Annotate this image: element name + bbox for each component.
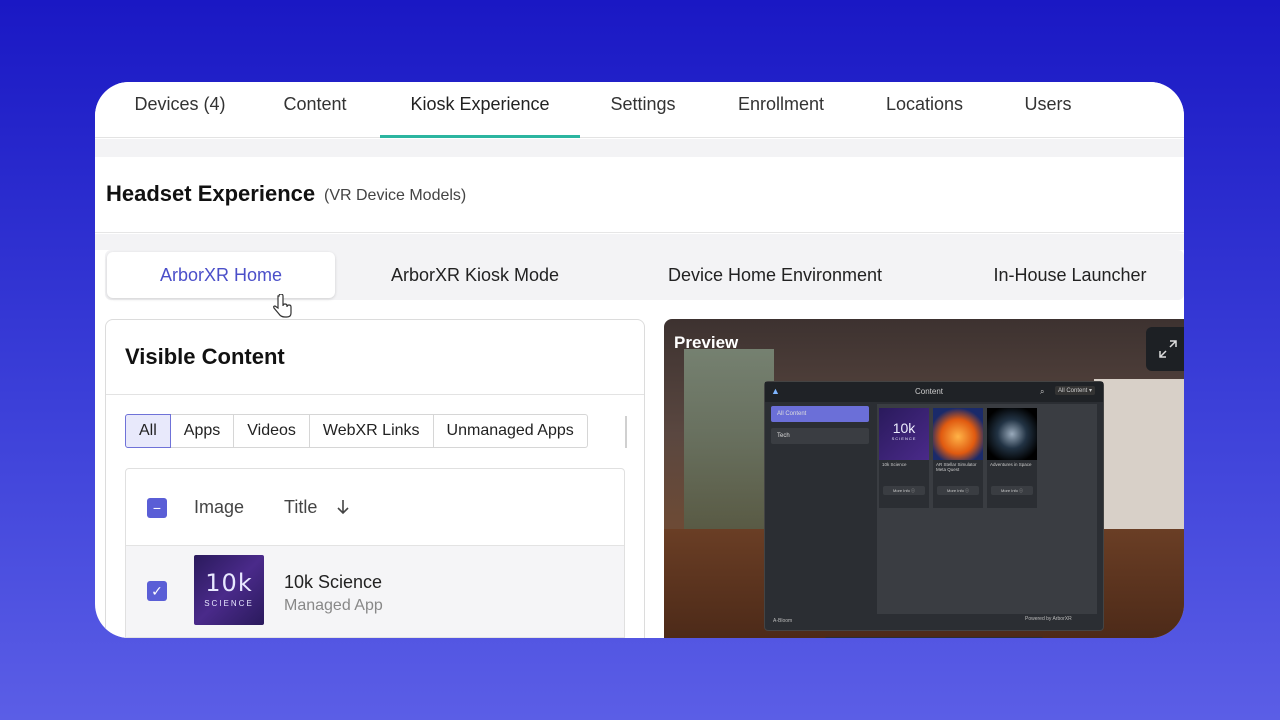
section-header: Headset Experience (VR Device Models) xyxy=(95,157,1184,233)
preview-label: Preview xyxy=(674,333,739,352)
preview-pane: Preview ▲ Content ⌕ All Content ▾ All Co… xyxy=(664,319,1184,638)
filter-videos[interactable]: Videos xyxy=(234,414,310,448)
vr-header: ▲ Content ⌕ All Content ▾ xyxy=(765,382,1103,402)
tab-content[interactable]: Content xyxy=(275,82,355,138)
column-header-title[interactable]: Title xyxy=(284,497,317,518)
select-all-checkbox[interactable]: − xyxy=(147,498,167,518)
thumbnail-text-small: SCIENCE xyxy=(204,599,254,608)
thumbnail-text-big: 10k xyxy=(205,569,253,597)
page-subtitle: (VR Device Models) xyxy=(324,187,467,204)
arborxr-logo-icon: ▲ xyxy=(771,386,780,396)
vr-content-card[interactable]: Adventures in Space More Info ⓘ xyxy=(987,408,1037,508)
tab-kiosk-experience[interactable]: Kiosk Experience xyxy=(380,82,580,138)
filter-separator xyxy=(625,416,627,448)
content-filter-group: All Apps Videos WebXR Links Unmanaged Ap… xyxy=(125,414,588,448)
filter-all[interactable]: All xyxy=(125,414,171,448)
visible-content-title: Visible Content xyxy=(125,344,285,369)
vr-card-small-text: SCIENCE xyxy=(891,436,917,441)
vr-content-panel: ▲ Content ⌕ All Content ▾ All Content Te… xyxy=(764,381,1104,631)
tab-enrollment[interactable]: Enrollment xyxy=(731,82,831,138)
spacer-strip xyxy=(95,234,1184,250)
vr-card-caption: Adventures in Space xyxy=(990,462,1032,467)
visible-content-panel: Visible Content All Apps Videos WebXR Li… xyxy=(105,319,645,638)
table-header: − Image Title xyxy=(126,469,624,546)
subtab-device-home-environment[interactable]: Device Home Environment xyxy=(645,252,905,298)
page-title: Headset Experience xyxy=(106,181,316,206)
search-icon[interactable]: ⌕ xyxy=(1040,387,1044,397)
vr-footer-left: A-Bloom xyxy=(773,618,793,624)
divider xyxy=(106,394,644,395)
experience-subtabs: ArborXR Home ArborXR Kiosk Mode Device H… xyxy=(105,250,1184,300)
vr-content-card[interactable]: 10k SCIENCE 10k Science More Info ⓘ xyxy=(879,408,929,508)
content-table: − Image Title ✓ 10k SCIENCE 10k Science … xyxy=(125,468,625,638)
vr-content-grid: 10k SCIENCE 10k Science More Info ⓘ AR S… xyxy=(877,404,1097,614)
column-header-image: Image xyxy=(194,497,245,517)
vr-more-info-button[interactable]: More Info ⓘ xyxy=(937,486,979,495)
vr-more-info-button[interactable]: More Info ⓘ xyxy=(991,486,1033,495)
vr-window-scenery xyxy=(684,349,774,549)
vr-card-big-text: 10k xyxy=(892,420,916,436)
vr-card-caption: 10k Science xyxy=(882,462,907,467)
tab-users[interactable]: Users xyxy=(1015,82,1081,138)
row-title: 10k Science xyxy=(284,572,383,592)
filter-apps[interactable]: Apps xyxy=(170,414,235,448)
tab-locations[interactable]: Locations xyxy=(877,82,972,138)
vr-more-info-button[interactable]: More Info ⓘ xyxy=(883,486,925,495)
vr-card-image xyxy=(933,408,983,460)
vr-sidebar-item-tech[interactable]: Tech xyxy=(771,428,869,444)
tab-devices[interactable]: Devices (4) xyxy=(117,82,243,138)
vr-card-caption: AR Stellar Simulator Meta Quest xyxy=(936,462,977,472)
vr-category-dropdown[interactable]: All Content ▾ xyxy=(1055,386,1096,395)
vr-content-card[interactable]: AR Stellar Simulator Meta Quest More Inf… xyxy=(933,408,983,508)
filter-unmanaged-apps[interactable]: Unmanaged Apps xyxy=(433,414,588,448)
subtab-in-house-launcher[interactable]: In-House Launcher xyxy=(975,252,1165,298)
arrow-down-icon[interactable] xyxy=(336,499,350,515)
expand-button[interactable] xyxy=(1146,327,1184,371)
vr-sidebar-item-all-content[interactable]: All Content xyxy=(771,406,869,422)
vr-toolbar[interactable] xyxy=(824,637,1044,638)
row-checkbox[interactable]: ✓ xyxy=(147,581,167,601)
subtab-arborxr-home[interactable]: ArborXR Home xyxy=(107,252,335,298)
vr-card-image: 10k SCIENCE xyxy=(879,408,929,460)
expand-icon xyxy=(1159,340,1177,358)
spacer-strip xyxy=(95,139,1184,157)
content-thumbnail: 10k SCIENCE xyxy=(194,555,264,625)
row-subtitle: Managed App xyxy=(284,597,383,614)
vr-card-image xyxy=(987,408,1037,460)
hand-cursor-icon xyxy=(273,294,292,318)
top-navigation: Devices (4) Content Kiosk Experience Set… xyxy=(95,82,1184,138)
subtab-arborxr-kiosk-mode[interactable]: ArborXR Kiosk Mode xyxy=(365,252,585,298)
app-card: Devices (4) Content Kiosk Experience Set… xyxy=(95,82,1184,638)
vr-footer-right: Powered by ArborXR xyxy=(1025,616,1072,622)
table-row[interactable]: ✓ 10k SCIENCE 10k Science Managed App xyxy=(126,546,624,638)
tab-settings[interactable]: Settings xyxy=(603,82,683,138)
filter-webxr-links[interactable]: WebXR Links xyxy=(309,414,434,448)
vr-title: Content xyxy=(915,387,944,396)
